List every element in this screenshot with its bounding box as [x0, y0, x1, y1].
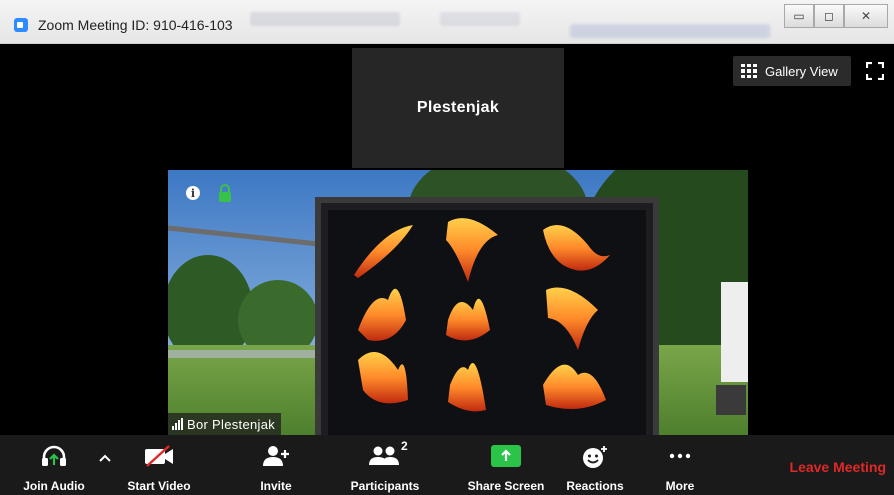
- window-title: Zoom Meeting ID: 910-416-103: [38, 17, 233, 33]
- start-video-button[interactable]: Start Video: [118, 435, 200, 495]
- speaker-name: Plestenjak: [416, 99, 500, 116]
- leave-meeting-button[interactable]: Leave Meeting: [790, 459, 886, 475]
- share-screen-label: Share Screen: [467, 479, 545, 493]
- add-user-icon: [263, 446, 289, 466]
- participants-button[interactable]: 2 Participants: [340, 435, 430, 495]
- reactions-label: Reactions: [566, 479, 624, 493]
- audio-options-chevron-up-icon[interactable]: [98, 453, 112, 463]
- join-audio-button[interactable]: Join Audio: [12, 435, 96, 495]
- zoom-window: Zoom Meeting ID: 910-416-103 ▭ ◻ ✕ Plest…: [0, 0, 894, 495]
- headphones-icon: [42, 445, 66, 466]
- more-label: More: [665, 479, 695, 493]
- fullscreen-icon[interactable]: [866, 62, 884, 80]
- share-screen-icon: [491, 445, 521, 467]
- blurred-taskbar-text: [250, 12, 400, 26]
- start-video-label: Start Video: [127, 479, 191, 493]
- grid-icon: [741, 64, 757, 78]
- join-audio-label: Join Audio: [23, 479, 85, 493]
- more-dots-icon: [669, 453, 691, 459]
- title-bar: Zoom Meeting ID: 910-416-103 ▭ ◻ ✕: [0, 0, 894, 44]
- participants-icon-wrap: 2: [369, 439, 408, 467]
- reactions-button[interactable]: Reactions: [560, 435, 630, 495]
- video-off-icon: [145, 445, 173, 467]
- participant-video[interactable]: i Bor Plestenjak: [168, 170, 748, 435]
- zoom-app-icon: [14, 18, 28, 32]
- info-icon[interactable]: i: [186, 186, 200, 200]
- encryption-lock-icon[interactable]: [218, 184, 232, 202]
- blurred-taskbar-text: [440, 12, 520, 26]
- meeting-toolbar: Join Audio Start Video Invite 2 Particip…: [0, 435, 894, 495]
- blurred-taskbar-text: [570, 24, 770, 38]
- window-controls: ▭ ◻ ✕: [784, 4, 888, 28]
- invite-label: Invite: [260, 479, 292, 493]
- participants-count-badge: 2: [401, 439, 408, 453]
- invite-button[interactable]: Invite: [246, 435, 306, 495]
- participant-name: Bor Plestenjak: [187, 416, 276, 432]
- gallery-view-button[interactable]: Gallery View: [733, 56, 851, 86]
- add-reaction-icon: [583, 446, 607, 468]
- video-scene: [168, 170, 748, 435]
- active-speaker-tile[interactable]: Plestenjak: [352, 48, 564, 168]
- gallery-view-label: Gallery View: [765, 63, 838, 79]
- participant-name-label: Bor Plestenjak: [168, 413, 282, 435]
- signal-strength-icon: [172, 418, 183, 430]
- participants-icon: [369, 446, 399, 465]
- minimize-button[interactable]: ▭: [784, 4, 814, 28]
- participants-label: Participants: [350, 479, 420, 493]
- maximize-button[interactable]: ◻: [814, 4, 844, 28]
- more-button[interactable]: More: [650, 435, 710, 495]
- share-screen-button[interactable]: Share Screen: [462, 435, 550, 495]
- close-button[interactable]: ✕: [844, 4, 888, 28]
